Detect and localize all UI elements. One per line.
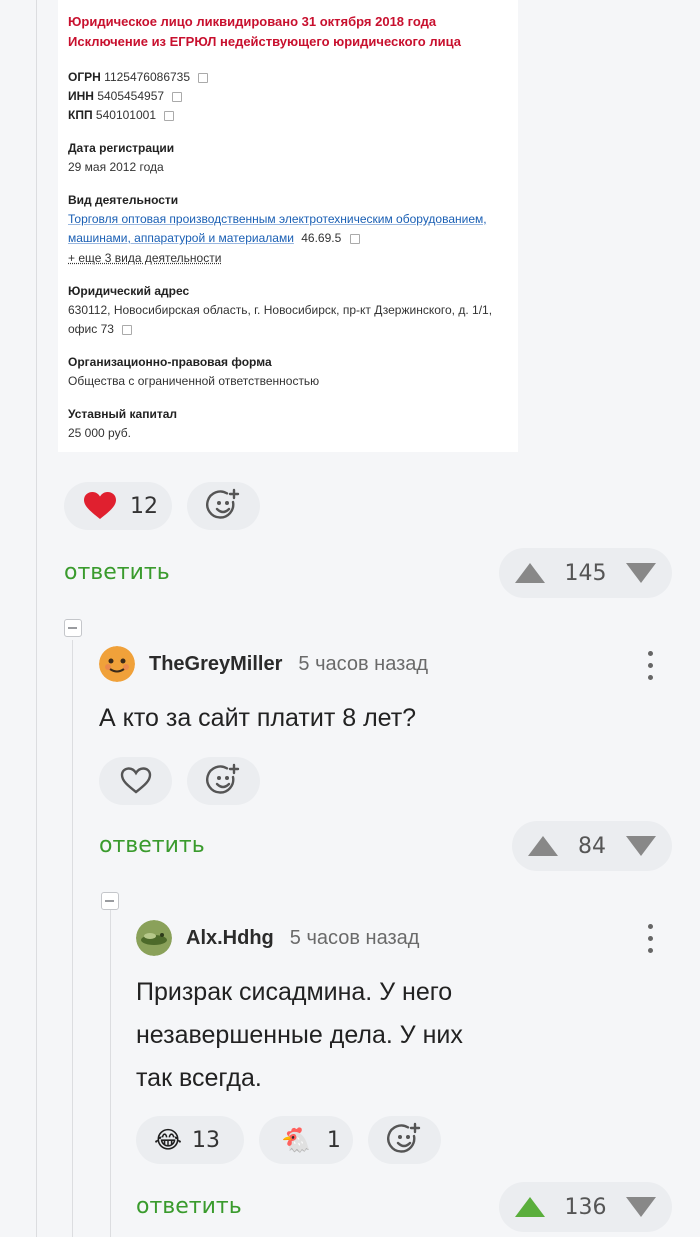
activity-section: Вид деятельности Торговля оптовая произв… — [68, 191, 518, 268]
comment-text-line: незавершенные дела. У них — [136, 1021, 463, 1049]
kpp-row: КПП 540101001 — [68, 106, 518, 125]
downvote-button[interactable] — [626, 1197, 656, 1217]
liquidation-status: Юридическое лицо ликвидировано 31 октябр… — [68, 14, 437, 29]
comment-author: TheGreyMiller 5 часов назад — [99, 646, 428, 682]
heart-icon — [84, 492, 116, 519]
comment-text-line: Призрак сисадмина. У него — [136, 978, 453, 1006]
reaction-count: 13 — [192, 1127, 221, 1153]
upvote-button[interactable] — [528, 836, 558, 856]
comment-author: Alx.Hdhg 5 часов назад — [136, 920, 419, 956]
upvote-button[interactable] — [515, 563, 545, 583]
reaction-chicken-button[interactable]: 🐔 1 — [259, 1116, 353, 1164]
activity-link-line1: Торговля оптовая производственным электр… — [68, 212, 487, 226]
downvote-button[interactable] — [626, 836, 656, 856]
comment-rating: 136 — [499, 1182, 672, 1232]
ogrn-row: ОГРН 1125476086735 — [68, 68, 518, 87]
capital-section: Уставный капитал 25 000 руб. — [68, 405, 518, 443]
reaction-count: 1 — [326, 1127, 341, 1153]
legal-form-value: Общества с ограниченной ответственностью — [68, 374, 320, 388]
thread-line-level2 — [110, 910, 111, 1237]
thread-line-level1 — [72, 640, 73, 1237]
reply-link[interactable]: ответить — [99, 833, 205, 858]
activity-label: Вид деятельности — [68, 193, 179, 207]
more-activities-link: + еще 3 вида деятельности — [68, 251, 222, 265]
timestamp: 5 часов назад — [298, 652, 429, 675]
kpp-value: 540101001 — [95, 108, 156, 122]
copy-icon — [172, 91, 183, 102]
company-registry-image: Юридическое лицо ликвидировано 31 октябр… — [58, 0, 518, 452]
exclusion-status: Исключение из ЕГРЮЛ недействующего юриди… — [68, 34, 461, 49]
downvote-button[interactable] — [626, 563, 656, 583]
reply-link[interactable]: ответить — [136, 1194, 242, 1219]
like-button[interactable]: 12 — [64, 482, 172, 530]
more-options-icon[interactable] — [648, 651, 654, 687]
capital-value: 25 000 руб. — [68, 426, 131, 440]
inn-value: 5405454957 — [97, 89, 165, 103]
add-emoji-icon — [205, 763, 239, 794]
avatar[interactable] — [136, 920, 172, 956]
more-options-icon[interactable] — [648, 924, 654, 960]
like-count: 12 — [130, 493, 158, 519]
activity-code: 46.69.5 — [301, 231, 342, 245]
post-rating: 145 — [499, 548, 672, 598]
legal-form-section: Организационно-правовая форма Общества с… — [68, 353, 518, 391]
like-button[interactable] — [99, 757, 172, 805]
upvote-button-active[interactable] — [515, 1197, 545, 1217]
add-emoji-icon — [205, 488, 239, 519]
timestamp: 5 часов назад — [289, 926, 420, 949]
reply-link[interactable]: ответить — [64, 560, 170, 585]
laugh-emoji-icon: 😂 — [154, 1126, 183, 1154]
add-emoji-icon — [386, 1122, 420, 1153]
avatar[interactable] — [99, 646, 135, 682]
comment-text: А кто за сайт платит 8 лет? — [99, 704, 417, 732]
thread-line-root — [36, 0, 37, 1237]
reaction-laugh-button[interactable]: 😂 13 — [136, 1116, 244, 1164]
registration-section: Дата регистрации 29 мая 2012 года — [68, 139, 518, 177]
copy-icon — [122, 324, 133, 335]
rating-value: 136 — [564, 1194, 607, 1220]
copy-icon — [164, 110, 175, 121]
add-reaction-button[interactable] — [187, 482, 260, 530]
address-label: Юридический адрес — [68, 284, 190, 298]
registration-date: 29 мая 2012 года — [68, 160, 164, 174]
inn-row: ИНН 5405454957 — [68, 87, 518, 106]
inn-label: ИНН — [68, 89, 94, 103]
comment-text: Призрак сисадмина. У него незавершенные … — [136, 971, 463, 1100]
chicken-emoji-icon: 🐔 — [281, 1126, 311, 1154]
collapse-button[interactable] — [101, 892, 119, 910]
address-line2: офис 73 — [68, 322, 114, 336]
rating-value: 84 — [578, 833, 606, 859]
username[interactable]: Alx.Hdhg — [186, 927, 274, 950]
comment-text-line: так всегда. — [136, 1064, 262, 1092]
rating-value: 145 — [564, 560, 607, 586]
capital-label: Уставный капитал — [68, 407, 177, 421]
kpp-label: КПП — [68, 108, 93, 122]
address-section: Юридический адрес 630112, Новосибирская … — [68, 282, 518, 339]
registration-label: Дата регистрации — [68, 141, 175, 155]
activity-link-line2: машинами, аппаратурой и материалами — [68, 231, 294, 245]
heart-outline-icon — [120, 767, 151, 794]
ogrn-label: ОГРН — [68, 70, 101, 84]
username[interactable]: TheGreyMiller — [149, 653, 282, 676]
add-reaction-button[interactable] — [187, 757, 260, 805]
ogrn-value: 1125476086735 — [104, 70, 191, 84]
copy-icon — [349, 233, 360, 244]
legal-form-label: Организационно-правовая форма — [68, 355, 272, 369]
copy-icon — [198, 72, 209, 83]
address-line1: 630112, Новосибирская область, г. Новоси… — [68, 303, 493, 317]
add-reaction-button[interactable] — [368, 1116, 441, 1164]
collapse-button[interactable] — [64, 619, 82, 637]
comment-rating: 84 — [512, 821, 672, 871]
